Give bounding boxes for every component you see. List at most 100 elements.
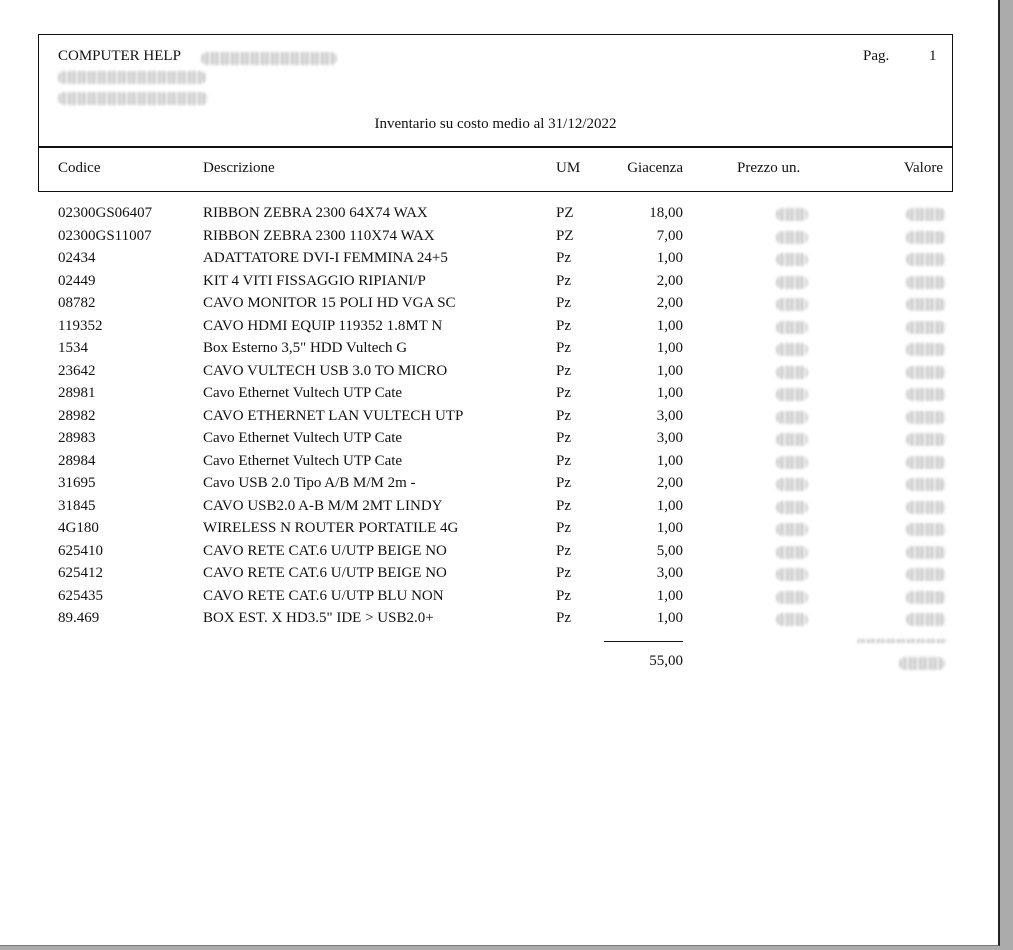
company-name: COMPUTER HELP: [58, 48, 181, 64]
item-um: Pz: [556, 385, 571, 401]
redacted-value: [906, 590, 946, 604]
item-um: PZ: [556, 227, 574, 244]
table-row: 4G180 WIRELESS N ROUTER PORTATILE 4G Pz 1,0…: [0, 518, 1000, 541]
item-um: Pz: [556, 520, 571, 536]
item-quantity: 1,00: [656, 317, 683, 334]
header-divider: [39, 146, 952, 148]
redacted-value: [906, 388, 946, 401]
item-description: CAVO HDMI EQUIP 119352 1.8MT N: [203, 317, 443, 334]
table-row: 89.469 BOX EST. X HD3.5" IDE > USB2.0+ Pz 1…: [0, 608, 1000, 631]
redacted-unit-price: [776, 275, 808, 289]
table-row: 28983 Cavo Ethernet Vultech UTP Cate Pz 3,0…: [0, 428, 1000, 451]
redacted-unit-price: [776, 433, 808, 446]
redacted-unit-price: [776, 230, 808, 244]
redacted-total-separator: [857, 639, 947, 643]
item-um: Pz: [556, 295, 571, 311]
table-row: 1534 Box Esterno 3,5" HDD Vultech G Pz 1,00: [0, 338, 1000, 361]
table-row: 23642 CAVO VULTECH USB 3.0 TO MICRO Pz 1,00: [0, 361, 1000, 384]
item-quantity: 1,00: [656, 340, 683, 356]
redacted-value: [906, 613, 946, 626]
item-um: Pz: [556, 475, 571, 491]
redacted-unit-price: [776, 410, 808, 424]
item-code: 02300GS11007: [58, 227, 152, 244]
item-quantity: 7,00: [656, 227, 683, 244]
redacted-value: [906, 545, 946, 559]
redacted-address-line-1: [58, 71, 206, 84]
item-description: BOX EST. X HD3.5" IDE > USB2.0+: [203, 610, 434, 626]
item-um: Pz: [556, 610, 571, 626]
report-header: COMPUTER HELP Pag. 1 Inventario su costo…: [38, 34, 953, 192]
item-description: CAVO USB2.0 A-B M/M 2MT LINDY: [203, 497, 443, 514]
item-description: WIRELESS N ROUTER PORTATILE 4G: [203, 520, 459, 536]
redacted-value: [906, 365, 946, 379]
redacted-unit-price: [776, 613, 808, 626]
column-header-value: Valore: [903, 160, 943, 176]
table-row: 28984 Cavo Ethernet Vultech UTP Cate Pz 1,0…: [0, 451, 1000, 474]
item-description: Cavo Ethernet Vultech UTP Cate: [203, 385, 403, 401]
item-description: CAVO RETE CAT.6 U/UTP BEIGE NO: [203, 542, 447, 559]
item-code: 31845: [58, 497, 96, 514]
item-um: Pz: [556, 340, 571, 356]
item-code: 625412: [58, 565, 103, 581]
item-quantity: 5,00: [656, 542, 683, 559]
redacted-unit-price: [776, 343, 808, 356]
item-code: 08782: [58, 295, 96, 311]
item-code: 4G180: [58, 520, 99, 536]
redacted-unit-price: [776, 388, 808, 401]
redacted-value: [906, 298, 946, 311]
item-um: PZ: [556, 205, 574, 221]
item-quantity: 1,00: [656, 520, 683, 536]
redacted-value: [906, 433, 946, 446]
redacted-unit-price: [776, 523, 808, 536]
item-um: Pz: [556, 497, 571, 514]
item-description: CAVO RETE CAT.6 U/UTP BLU NON: [203, 587, 444, 604]
inventory-rows: 02300GS06407 RIBBON ZEBRA 2300 64X74 WAX P…: [0, 203, 1000, 631]
item-code: 02449: [58, 272, 96, 289]
item-quantity: 3,00: [656, 407, 683, 424]
item-um: Pz: [556, 587, 571, 604]
item-code: 28984: [58, 452, 96, 469]
redacted-unit-price: [776, 320, 808, 334]
item-quantity: 2,00: [656, 475, 683, 491]
redacted-value: [906, 275, 946, 289]
table-row: 28982 CAVO ETHERNET LAN VULTECH UTP Pz 3,00: [0, 406, 1000, 429]
item-code: 625410: [58, 542, 103, 559]
table-row: 625410 CAVO RETE CAT.6 U/UTP BEIGE NO Pz 5,…: [0, 541, 1000, 564]
item-description: ADATTATORE DVI-I FEMMINA 24+5: [203, 250, 448, 266]
redacted-unit-price: [776, 568, 808, 581]
item-quantity: 1,00: [656, 587, 683, 604]
table-row: 08782 CAVO MONITOR 15 POLI HD VGA SC Pz 2,0…: [0, 293, 1000, 316]
column-header-description: Descrizione: [203, 160, 275, 176]
item-description: CAVO VULTECH USB 3.0 TO MICRO: [203, 362, 448, 379]
page-label: Pag.: [863, 48, 890, 64]
table-row: 31845 CAVO USB2.0 A-B M/M 2MT LINDY Pz 1,00: [0, 496, 1000, 519]
item-code: 28982: [58, 407, 96, 424]
report-title: Inventario su costo medio al 31/12/2022: [374, 116, 617, 132]
item-description: RIBBON ZEBRA 2300 64X74 WAX: [203, 205, 428, 221]
item-um: Pz: [556, 452, 571, 469]
item-quantity: 1,00: [656, 452, 683, 469]
item-code: 119352: [58, 317, 103, 334]
item-code: 89.469: [58, 610, 100, 626]
redacted-unit-price: [776, 545, 808, 559]
redacted-value: [906, 478, 946, 491]
table-row: 625435 CAVO RETE CAT.6 U/UTP BLU NON Pz 1,0…: [0, 586, 1000, 609]
column-header-quantity: Giacenza: [627, 160, 683, 176]
item-um: Pz: [556, 250, 571, 266]
item-quantity: 3,00: [656, 430, 683, 446]
item-description: Cavo Ethernet Vultech UTP Cate: [203, 430, 403, 446]
table-row: 02300GS06407 RIBBON ZEBRA 2300 64X74 WAX P…: [0, 203, 1000, 226]
redacted-value: [906, 230, 946, 244]
item-code: 31695: [58, 475, 96, 491]
item-um: Pz: [556, 542, 571, 559]
redacted-value: [906, 343, 946, 356]
column-header-unit-price: Prezzo un.: [737, 160, 801, 176]
item-description: KIT 4 VITI FISSAGGIO RIPIANI/P: [203, 272, 426, 289]
item-description: Cavo USB 2.0 Tipo A/B M/M 2m -: [203, 475, 416, 491]
total-separator: [604, 641, 683, 642]
redacted-value: [906, 410, 946, 424]
redacted-total-value: [899, 657, 945, 670]
redacted-unit-price: [776, 455, 808, 469]
redacted-value: [906, 523, 946, 536]
table-row: 02300GS11007 RIBBON ZEBRA 2300 110X74 WAX…: [0, 226, 1000, 249]
